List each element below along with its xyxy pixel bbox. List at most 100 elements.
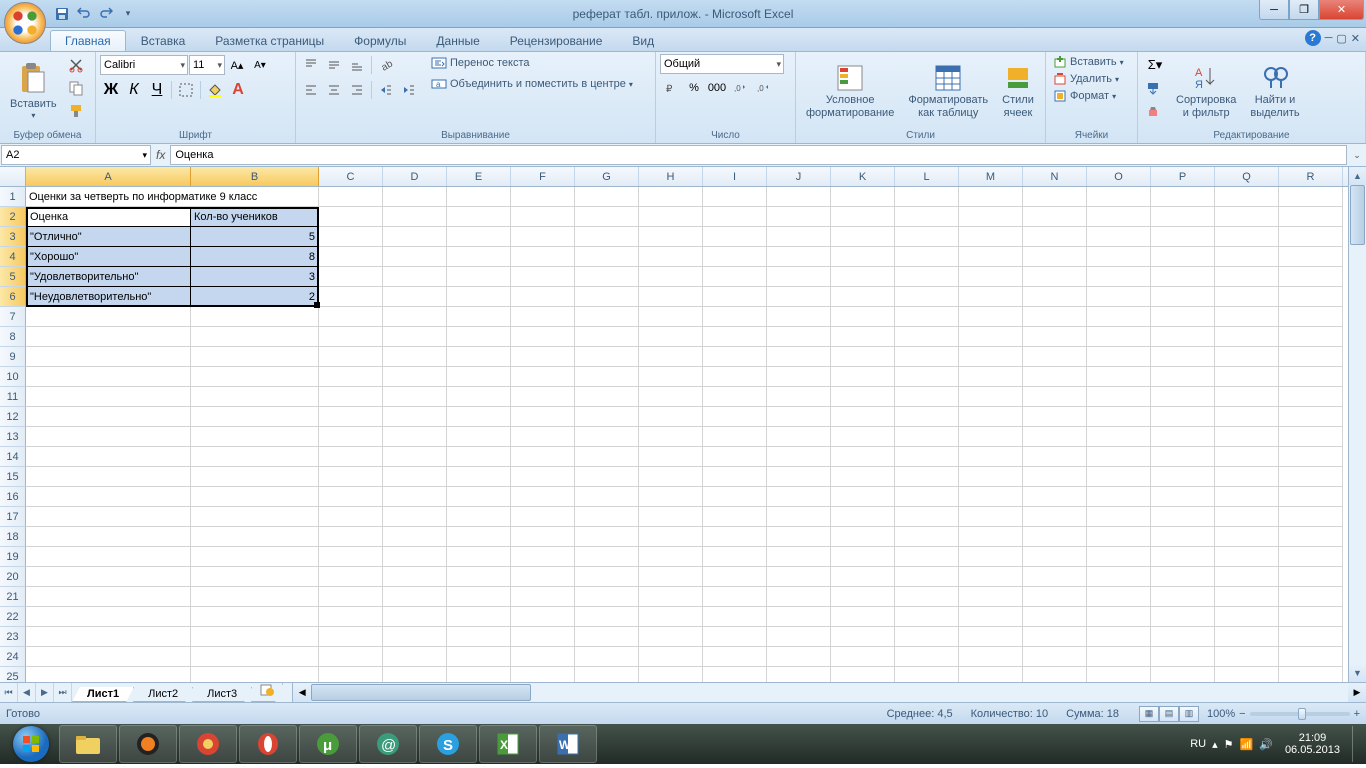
cell[interactable]	[959, 227, 1023, 247]
cell[interactable]	[1279, 187, 1343, 207]
select-all-corner[interactable]	[0, 167, 26, 186]
cell[interactable]	[831, 367, 895, 387]
cell[interactable]	[191, 627, 319, 647]
cell[interactable]	[1087, 207, 1151, 227]
cell[interactable]	[191, 647, 319, 667]
cell[interactable]	[1023, 567, 1087, 587]
cell[interactable]	[703, 527, 767, 547]
cell[interactable]	[767, 227, 831, 247]
percent-icon[interactable]: %	[683, 77, 705, 99]
cell[interactable]	[575, 547, 639, 567]
cell[interactable]	[1087, 527, 1151, 547]
cell[interactable]	[1151, 407, 1215, 427]
cell[interactable]	[319, 467, 383, 487]
cell[interactable]	[1279, 427, 1343, 447]
cell[interactable]	[831, 407, 895, 427]
taskbar-excel-icon[interactable]: X	[479, 725, 537, 763]
cell[interactable]	[1215, 467, 1279, 487]
cell[interactable]	[767, 307, 831, 327]
cell[interactable]: 2	[191, 287, 319, 307]
cell[interactable]	[639, 247, 703, 267]
taskbar-aimp-icon[interactable]	[119, 725, 177, 763]
new-sheet-icon[interactable]	[251, 683, 283, 702]
cell[interactable]	[1151, 327, 1215, 347]
minimize-ribbon-icon[interactable]: ─	[1325, 32, 1333, 44]
cell[interactable]	[511, 207, 575, 227]
cell[interactable]	[383, 267, 447, 287]
cell[interactable]	[1279, 227, 1343, 247]
cell[interactable]	[575, 427, 639, 447]
align-left-icon[interactable]	[300, 79, 322, 101]
cell[interactable]	[959, 607, 1023, 627]
cell[interactable]	[575, 507, 639, 527]
cell[interactable]	[575, 607, 639, 627]
cell[interactable]	[959, 467, 1023, 487]
cell[interactable]	[767, 567, 831, 587]
cell[interactable]	[895, 587, 959, 607]
format-cells-button[interactable]: Формат▾	[1050, 88, 1133, 104]
cell[interactable]	[703, 587, 767, 607]
cell[interactable]	[447, 447, 511, 467]
cell[interactable]	[1023, 447, 1087, 467]
cell[interactable]	[511, 467, 575, 487]
cell[interactable]	[1215, 287, 1279, 307]
italic-button[interactable]: К	[123, 79, 145, 101]
cell[interactable]	[319, 607, 383, 627]
cut-icon[interactable]	[65, 54, 87, 76]
cell[interactable]	[1151, 667, 1215, 682]
cell[interactable]	[959, 207, 1023, 227]
cell[interactable]	[1279, 487, 1343, 507]
cell[interactable]	[447, 247, 511, 267]
cell[interactable]	[1087, 267, 1151, 287]
cell[interactable]	[767, 287, 831, 307]
orientation-icon[interactable]: ab	[375, 54, 397, 76]
cell[interactable]	[1023, 667, 1087, 682]
format-as-table-button[interactable]: Форматировать как таблицу	[902, 54, 994, 129]
cell[interactable]	[959, 307, 1023, 327]
cell[interactable]	[767, 247, 831, 267]
cell[interactable]	[767, 487, 831, 507]
cell[interactable]	[959, 587, 1023, 607]
vertical-scrollbar[interactable]: ▲ ▼	[1348, 167, 1366, 682]
cell[interactable]	[1215, 267, 1279, 287]
align-bottom-icon[interactable]	[346, 54, 368, 76]
cell[interactable]	[1023, 647, 1087, 667]
cell[interactable]	[1151, 647, 1215, 667]
horizontal-scrollbar[interactable]: ◀ ▶	[292, 683, 1366, 702]
cell[interactable]	[383, 567, 447, 587]
view-page-break-icon[interactable]: ▥	[1179, 706, 1199, 722]
cell[interactable]	[831, 327, 895, 347]
fill-icon[interactable]	[1142, 77, 1164, 99]
column-header[interactable]: B	[191, 167, 319, 186]
cell[interactable]	[639, 367, 703, 387]
cell[interactable]	[191, 307, 319, 327]
row-header[interactable]: 3	[0, 227, 26, 247]
cell[interactable]	[447, 487, 511, 507]
column-header[interactable]: H	[639, 167, 703, 186]
cell[interactable]	[447, 507, 511, 527]
cell[interactable]	[319, 227, 383, 247]
cell[interactable]	[1023, 627, 1087, 647]
cell[interactable]	[1279, 667, 1343, 682]
cell[interactable]	[1151, 627, 1215, 647]
cell[interactable]	[575, 407, 639, 427]
tray-network-icon[interactable]: 📶	[1240, 738, 1254, 751]
cell[interactable]	[26, 647, 191, 667]
row-header[interactable]: 24	[0, 647, 26, 667]
cell[interactable]	[1023, 267, 1087, 287]
align-center-icon[interactable]	[323, 79, 345, 101]
cell[interactable]	[511, 587, 575, 607]
cell[interactable]	[511, 267, 575, 287]
cell[interactable]	[319, 387, 383, 407]
cell[interactable]	[191, 427, 319, 447]
cell[interactable]	[1215, 527, 1279, 547]
row-header[interactable]: 2	[0, 207, 26, 227]
cell[interactable]	[511, 567, 575, 587]
save-icon[interactable]	[52, 4, 72, 24]
cell[interactable]	[26, 447, 191, 467]
cell[interactable]	[1279, 267, 1343, 287]
row-header[interactable]: 23	[0, 627, 26, 647]
cell[interactable]	[26, 307, 191, 327]
view-normal-icon[interactable]: ▦	[1139, 706, 1159, 722]
cell[interactable]	[26, 467, 191, 487]
